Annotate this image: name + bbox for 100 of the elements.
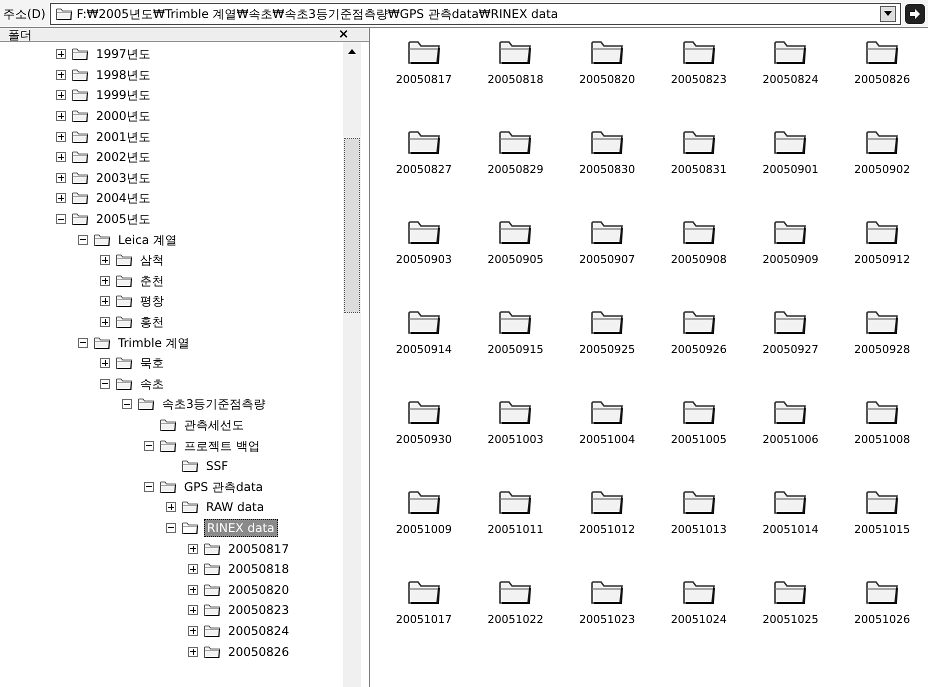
expand-toggle[interactable] [188,626,198,636]
tree-item[interactable]: 20050824 [226,622,292,639]
folder-item[interactable]: 20050912 [854,252,910,268]
tree-item[interactable]: 2001년도 [94,128,153,145]
expand-toggle[interactable] [56,152,66,162]
tree-item[interactable]: Leica 계열 [116,232,179,248]
folder-item[interactable]: 20051024 [670,612,727,628]
folder-item[interactable]: 20050905 [487,252,544,268]
folder-item[interactable]: 20051014 [762,522,818,538]
collapse-toggle[interactable] [122,399,132,410]
folder-item[interactable]: 20050927 [762,342,818,358]
collapse-toggle[interactable] [78,338,88,348]
folder-item[interactable]: 20050824 [762,72,818,88]
folder-item[interactable]: 20051012 [579,522,636,538]
folder-item[interactable]: 20050901 [762,162,818,178]
folder-item[interactable]: 20050925 [579,342,636,358]
expand-toggle[interactable] [188,605,198,616]
folder-item[interactable]: 20051011 [487,522,544,538]
tree-item[interactable]: 20050817 [226,540,292,557]
tree-item[interactable]: RAW data [204,499,266,516]
tree-item[interactable]: 프로젝트 백업 [182,438,262,454]
tree-item[interactable]: 1997년도 [94,46,153,62]
expand-toggle[interactable] [56,111,66,122]
collapse-toggle[interactable] [56,214,66,224]
collapse-toggle[interactable] [144,440,154,451]
collapse-toggle[interactable] [166,522,176,533]
folder-item[interactable]: 20051015 [854,522,910,538]
tree-item[interactable]: 1999년도 [94,87,153,104]
scrollbar[interactable] [343,42,361,687]
collapse-toggle[interactable] [144,482,154,492]
tree-item[interactable]: 묵호 [138,355,166,372]
tree-item[interactable]: 삼척 [138,252,166,268]
folder-item[interactable]: 20050818 [487,72,544,88]
folder-item[interactable]: 20050914 [396,342,452,358]
folder-item[interactable]: 20050930 [396,432,452,448]
expand-toggle[interactable] [100,358,110,368]
expand-toggle[interactable] [56,90,66,100]
tree-item[interactable]: 2000년도 [94,108,153,124]
folder-item[interactable]: 20051022 [487,612,544,628]
folder-item[interactable]: 20051026 [854,612,910,628]
tree-item[interactable]: 1998년도 [94,66,153,83]
expand-toggle[interactable] [166,502,176,512]
expand-toggle[interactable] [56,193,66,204]
folder-item[interactable]: 20051025 [762,612,818,628]
folder-item[interactable]: 20050823 [670,72,727,88]
tree-item[interactable]: Trimble 계열 [116,334,192,351]
tree-item[interactable]: GPS 관측data [182,478,265,495]
go-button[interactable] [905,4,925,24]
tree-item[interactable]: 20050823 [226,602,292,618]
expand-toggle[interactable] [56,132,66,142]
folder-item[interactable]: 20050826 [854,72,910,88]
folder-item[interactable]: 20051005 [670,432,727,448]
expand-toggle[interactable] [188,564,198,574]
folder-item[interactable]: 20050915 [487,342,544,358]
expand-toggle[interactable] [100,255,110,266]
dropdown-button[interactable] [880,6,896,22]
folder-item[interactable]: 20050820 [579,72,636,88]
folder-item[interactable]: 20051013 [670,522,727,538]
expand-toggle[interactable] [56,172,66,183]
expand-toggle[interactable] [100,317,110,328]
expand-toggle[interactable] [100,296,110,306]
address-field[interactable]: F:₩2005년도₩Trimble 계열₩속초₩속초3등기준점측량₩GPS 관측data₩RINEX data [50,2,901,24]
folder-item[interactable]: 20051017 [396,612,452,628]
expand-toggle[interactable] [56,49,66,60]
folder-item[interactable]: 20050907 [579,252,636,268]
tree-item[interactable]: 춘천 [138,272,166,289]
folder-item[interactable]: 20051009 [396,522,452,538]
folder-item[interactable]: 20050909 [762,252,818,268]
close-button[interactable]: × [338,28,349,42]
folder-item[interactable]: 20050902 [854,162,910,178]
expand-toggle[interactable] [56,70,66,80]
folder-item[interactable]: 20051008 [854,432,910,448]
folder-item[interactable]: 20050908 [670,252,727,268]
tree-item[interactable]: 2003년도 [94,170,153,186]
tree-item[interactable]: 속초3등기준점측량 [160,396,268,412]
expand-toggle[interactable] [188,544,198,554]
tree-item[interactable]: 2002년도 [94,149,153,166]
folder-item[interactable]: 20050903 [396,252,452,268]
folder-item[interactable]: 20051003 [487,432,544,448]
tree-item[interactable]: 홍천 [138,314,166,330]
folder-item[interactable]: 20050831 [670,162,727,178]
tree-item[interactable]: 20050820 [226,582,292,598]
folder-item[interactable]: 20050827 [396,162,452,178]
tree-item[interactable]: 평창 [138,293,166,310]
expand-toggle[interactable] [100,276,110,286]
collapse-toggle[interactable] [100,378,110,389]
folder-item[interactable]: 20050829 [487,162,544,178]
tree-item[interactable]: 관측세선도 [182,416,246,433]
folder-item[interactable]: 20050830 [579,162,636,178]
expand-toggle[interactable] [188,584,198,595]
folder-item[interactable]: 20050926 [670,342,727,358]
folder-item[interactable]: 20051006 [762,432,818,448]
folder-item[interactable]: 20050928 [854,342,910,358]
collapse-toggle[interactable] [78,234,88,245]
tree-item[interactable]: 20050826 [226,644,292,660]
folder-item[interactable]: 20051004 [579,432,636,448]
tree-item[interactable]: 2004년도 [94,190,153,206]
scroll-thumb[interactable] [344,138,360,313]
folder-item[interactable]: 20050817 [396,72,452,88]
tree-item[interactable]: 2005년도 [94,211,153,228]
